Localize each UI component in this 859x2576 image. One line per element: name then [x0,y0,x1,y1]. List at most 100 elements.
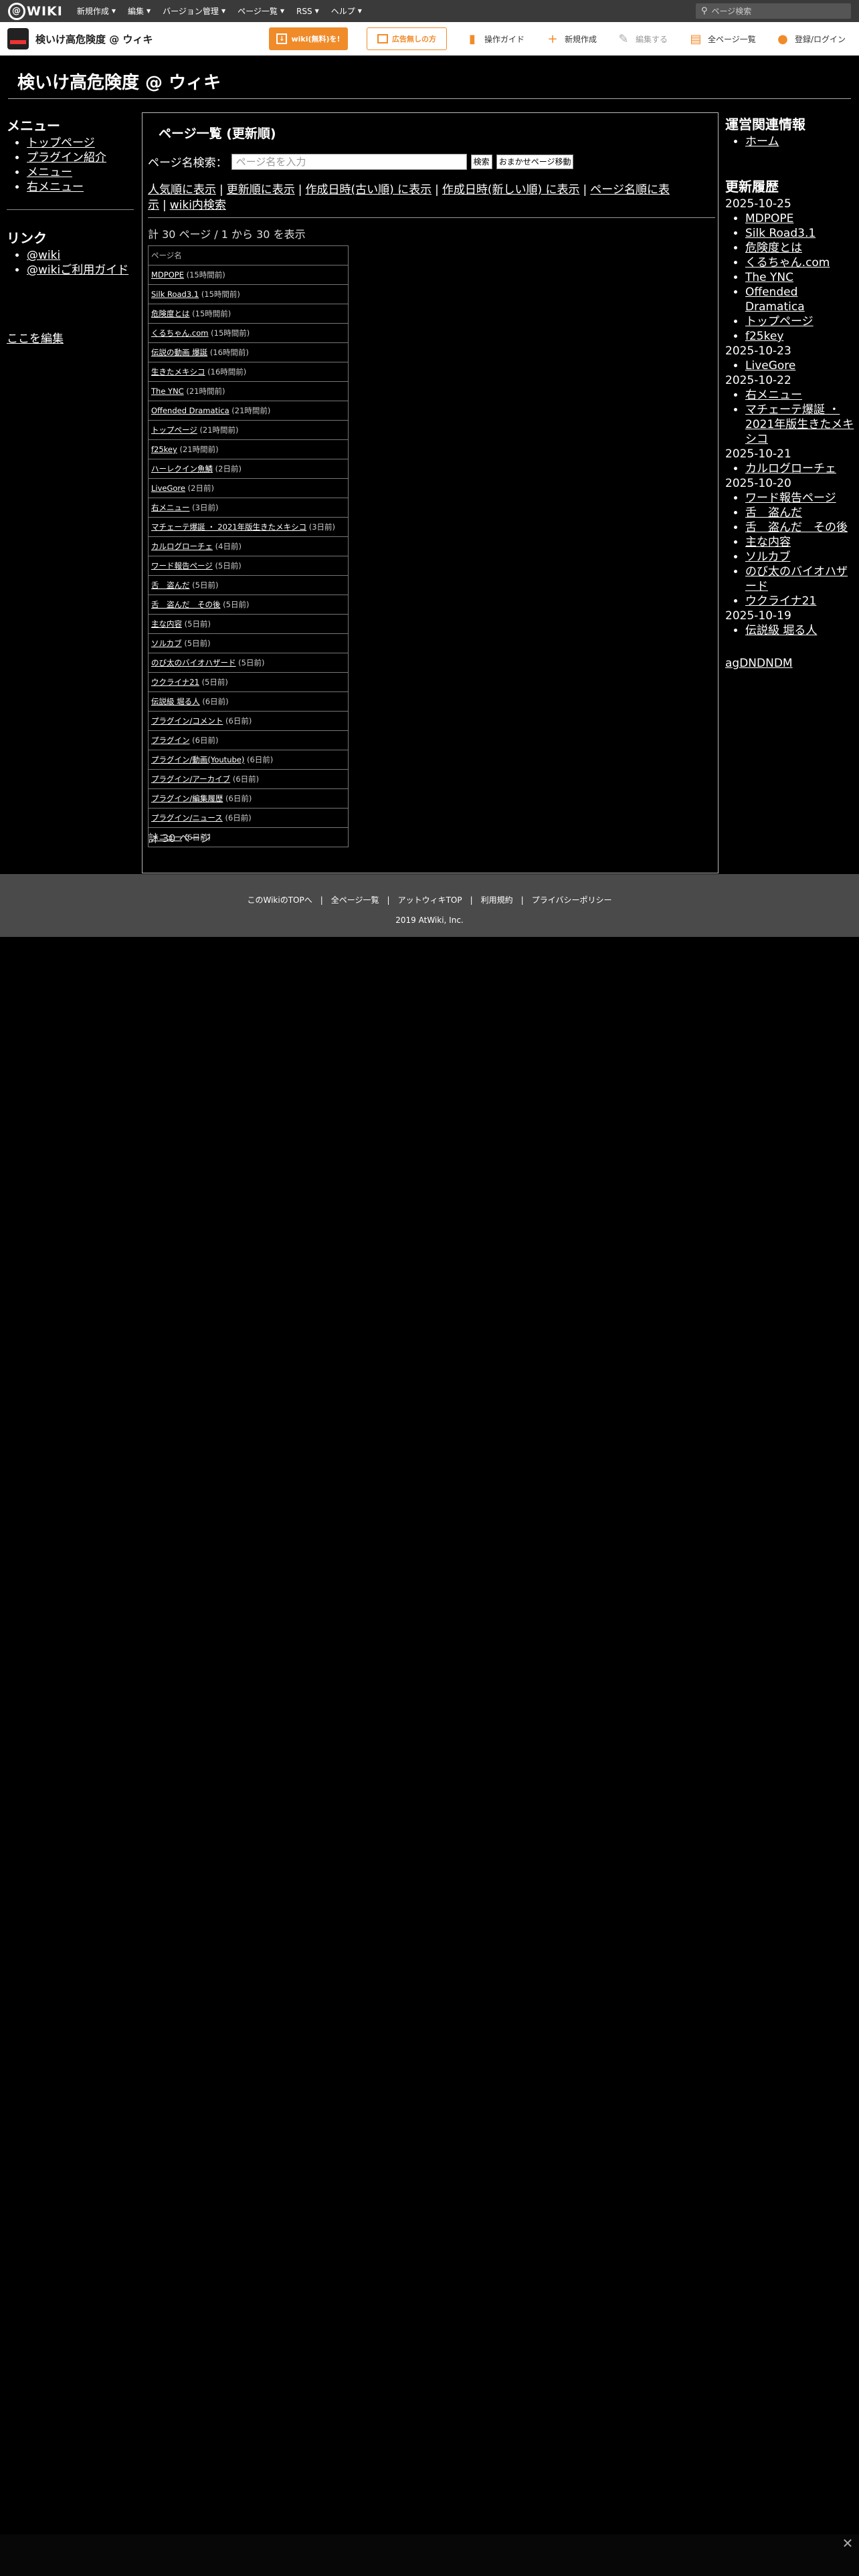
page-link[interactable]: ウクライナ21 [151,677,199,687]
sort-popular-link[interactable]: 人気順に表示 [148,183,216,197]
ad-free-button[interactable]: 広告無しの方 [367,27,447,50]
page-link[interactable]: くるちゃん.com [151,328,209,338]
new-page-button[interactable]: + 新規作成 [546,27,597,50]
table-row: のび太のバイオハザード (5日前) [148,653,349,673]
footer-link-all-pages[interactable]: 全ページ一覧 [331,895,379,905]
history-link[interactable]: 舌 盗んだ [745,506,802,520]
close-icon[interactable]: ✕ [839,2535,856,2552]
menu-link-top[interactable]: トップページ [27,136,95,150]
page-link[interactable]: ソルカブ [151,639,182,648]
page-link[interactable]: 右メニュー [151,503,190,512]
page-link[interactable]: プラグイン/ニュース [151,813,223,823]
page-link[interactable]: 主な内容 [151,619,182,629]
page-search-box[interactable]: ⚲ [696,3,851,19]
history-link[interactable]: 舌 盗んだ その後 [745,521,848,534]
history-link[interactable]: のび太のバイオハザード [745,565,848,593]
page-search-input[interactable] [711,6,839,16]
footer-link-wiki-top[interactable]: このWikiのTOPへ [248,895,312,905]
table-row: 舌 盗んだ (5日前) [148,575,349,595]
list-item: Silk Road3.1 [745,226,856,241]
page-link[interactable]: MDPOPE [151,270,184,280]
page-link[interactable]: カルログローチェ [151,542,213,551]
link-atwiki-guide[interactable]: @wikiご利用ガイド [27,263,128,277]
menu-link-plugins[interactable]: プラグイン紹介 [27,151,106,165]
sort-created-newest-link[interactable]: 作成日時(新しい順) に表示 [442,183,580,197]
search-button[interactable]: 検索 [470,154,492,169]
history-link[interactable]: くるちゃん.com [745,256,830,270]
history-link[interactable]: カルログローチェ [745,462,836,475]
page-link[interactable]: 危険度とは [151,309,190,318]
footer-link-atwiki-top[interactable]: アットウィキTOP [398,895,462,905]
login-button[interactable]: ● 登録/ログイン [776,27,846,50]
page-link[interactable]: プラグイン/コメント [151,716,223,726]
page-link[interactable]: Silk Road3.1 [151,290,199,299]
history-link[interactable]: 主な内容 [745,536,791,549]
random-page-button[interactable]: おまかせページ移動 [496,154,574,169]
page-link[interactable]: 伝説の動画 爆誕 [151,348,207,357]
page-link[interactable]: トップページ [151,425,197,435]
edit-menu-link[interactable]: ここを編集 [7,329,64,346]
site-name-link[interactable]: 検いけ高危険度 @ ウィキ [35,32,153,46]
history-link[interactable]: ソルカブ [745,550,791,564]
guide-button[interactable]: ▮ 操作ガイド [466,27,524,50]
history-link[interactable]: Offended Dramatica [745,286,805,314]
page-link[interactable]: プラグイン [151,736,190,745]
page-link[interactable]: のび太のバイオハザード [151,658,236,667]
link-atwiki[interactable]: @wiki [27,249,60,262]
menu-link-right-menu[interactable]: 右メニュー [27,181,84,194]
page-link[interactable]: プラグイン/編集履歴 [151,794,223,803]
history-link[interactable]: 危険度とは [745,241,802,255]
history-link[interactable]: MDPOPE [745,212,793,225]
extra-link[interactable]: agDNDNDM [725,657,793,670]
history-link[interactable]: f25key [745,330,783,343]
home-link[interactable]: ホーム [745,135,779,148]
history-link[interactable]: Silk Road3.1 [745,227,816,240]
page-link[interactable]: ハーレクイン魚鱗 [151,464,213,473]
footer-link-privacy[interactable]: プライバシーポリシー [532,895,612,905]
topmenu-edit[interactable]: 編集 ▼ [128,5,151,17]
history-link[interactable]: LiveGore [745,359,795,372]
history-link[interactable]: The YNC [745,271,793,284]
page-link[interactable]: LiveGore [151,484,185,493]
history-date: 2025-10-25 [725,197,791,211]
page-link[interactable]: マチェーテ爆誕 ・ 2021年版生きたメキシコ [151,522,306,532]
page-link[interactable]: 伝説級 堀る人 [151,697,200,706]
all-pages-button[interactable]: ▤ 全ページ一覧 [689,27,755,50]
history-link[interactable]: 伝説級 堀る人 [745,624,817,637]
page-link[interactable]: The YNC [151,387,184,396]
sort-created-oldest-link[interactable]: 作成日時(古い順) に表示 [305,183,432,197]
topmenu-pagelist[interactable]: ページ一覧 ▼ [237,5,284,17]
menu-link-menu[interactable]: メニュー [27,166,72,179]
history-link[interactable]: マチェーテ爆誕 ・ 2021年版生きたメキシコ [745,403,854,446]
topmenu-help[interactable]: ヘルプ ▼ [331,5,362,17]
history-link[interactable]: トップページ [745,315,814,328]
history-date: 2025-10-20 [725,477,791,490]
page-cell: プラグイン/アーカイブ (6日前) [148,769,349,789]
page-link[interactable]: 生きたメキシコ [151,367,205,377]
history-link[interactable]: ウクライナ21 [745,595,816,608]
page-link[interactable]: 舌 盗んだ [151,580,190,590]
page-age: (5日前) [238,658,265,667]
wiki-search-link[interactable]: wiki内検索 [170,199,226,212]
edit-page-button[interactable]: ✎ 編集する [617,27,668,50]
page-link[interactable]: 舌 盗んだ その後 [151,600,221,609]
page-name-input[interactable] [231,153,467,170]
page-link[interactable]: プラグイン/動画(Youtube) [151,755,244,764]
page-link[interactable]: プラグイン/アーカイブ [151,774,230,784]
sort-updated-link[interactable]: 更新順に表示 [227,183,295,197]
global-topbar: @ WIKI 新規作成 ▼ 編集 ▼ バージョン管理 ▼ ページ一覧 ▼ RSS ▼ ヘル… [0,0,859,22]
topmenu-version[interactable]: バージョン管理 ▼ [163,5,225,17]
page-link[interactable]: f25key [151,445,177,454]
page-link[interactable]: Offended Dramatica [151,406,229,415]
topmenu-new[interactable]: 新規作成 ▼ [77,5,116,17]
create-wiki-button[interactable]: ↓ wiki(無料)を! [269,27,348,50]
table-row: ウクライナ21 (5日前) [148,672,349,692]
atwiki-logo[interactable]: @ WIKI [8,2,63,20]
footer-link-terms[interactable]: 利用規約 [481,895,513,905]
wiki-title[interactable]: 検いけ高危険度 @ ウィキ [17,69,221,94]
topmenu-rss[interactable]: RSS ▼ [296,7,319,16]
page-link[interactable]: ワード報告ページ [151,561,213,570]
site-icon[interactable] [7,28,29,49]
history-link[interactable]: ワード報告ページ [745,492,836,505]
history-link[interactable]: 右メニュー [745,389,802,402]
